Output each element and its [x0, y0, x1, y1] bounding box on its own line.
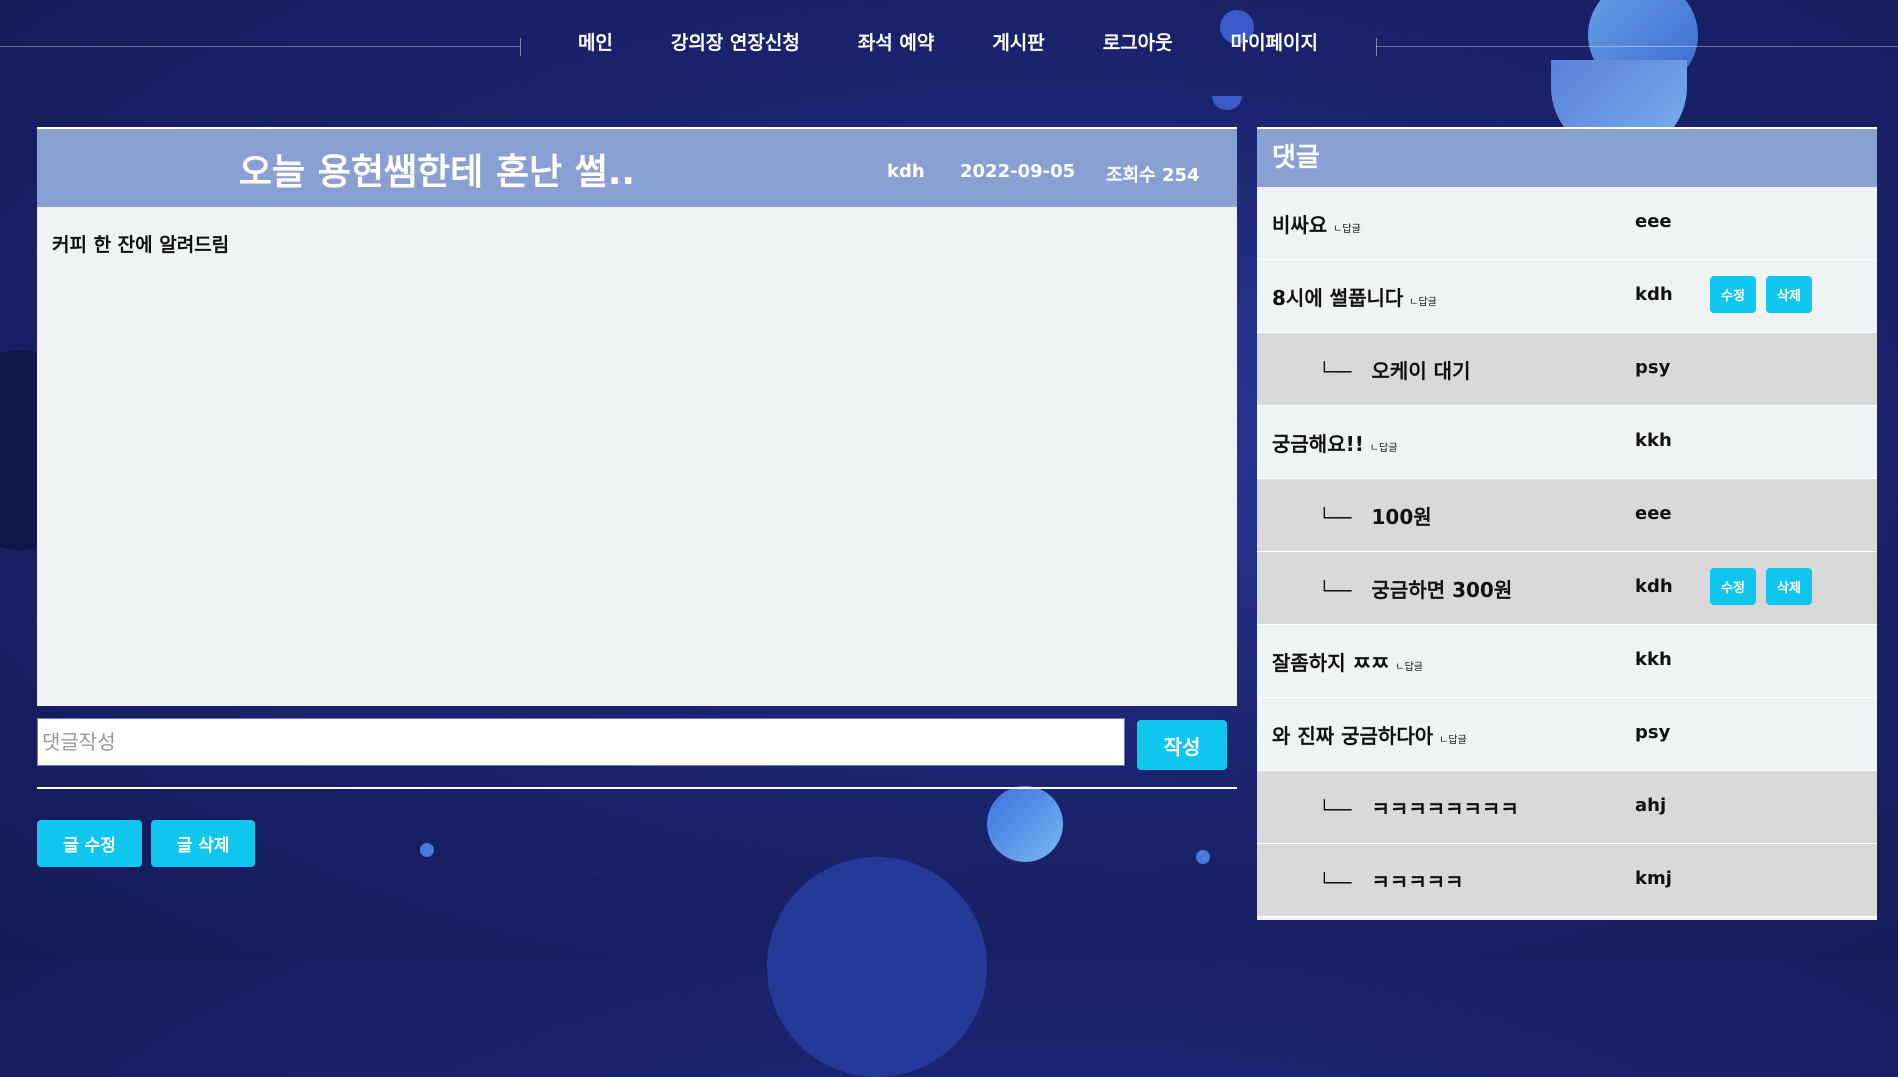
delete-comment-button[interactable]: 삭제 [1766, 568, 1812, 605]
background-dot [1212, 96, 1242, 110]
delete-post-button[interactable]: 글 삭제 [151, 820, 255, 867]
comments-panel: 댓글 비싸요 ㄴ답글 eee 8시에 썰풉니다 ㄴ답글 kdh 수정 삭제 └── 오케이 대기 p… [1257, 127, 1877, 920]
post-views: 조회수 254 [1106, 165, 1200, 186]
reply-link[interactable]: ㄴ답글 [1370, 443, 1398, 454]
comment-text: └── 100원 [1319, 501, 1432, 530]
comment-author: kdh [1635, 284, 1673, 305]
comment-text: 8시에 썰풉니다 ㄴ답글 [1272, 282, 1437, 311]
comment-author: kdh [1635, 576, 1673, 597]
comment-row: 잘좀하지 ㅉㅉ ㄴ답글 kkh [1257, 625, 1877, 698]
nav-lecture-extension[interactable]: 강의장 연장신청 [671, 28, 800, 55]
comment-body: 궁금하면 300원 [1371, 578, 1513, 602]
reply-row: └── 100원 eee [1257, 479, 1877, 552]
comment-text: 비싸요 ㄴ답글 [1272, 209, 1361, 238]
reply-row: └── ㅋㅋㅋㅋㅋㅋㅋㅋ ahj [1257, 771, 1877, 844]
comment-text: └── ㅋㅋㅋㅋㅋ [1319, 866, 1464, 895]
reply-row: └── 궁금하면 300원 kdh 수정 삭제 [1257, 552, 1877, 625]
top-navigation: 메인 강의장 연장신청 좌석 예약 게시판 로그아웃 마이페이지 [520, 28, 1376, 55]
comment-author: psy [1635, 722, 1671, 743]
comment-body: 궁금해요!! [1272, 432, 1364, 456]
post-title: 오늘 용현쌤한테 혼난 썰.. [238, 152, 636, 193]
reply-link[interactable]: ㄴ답글 [1333, 224, 1361, 235]
comment-body: 잘좀하지 ㅉㅉ [1272, 651, 1390, 675]
comment-text: 와 진짜 궁금하다아 ㄴ답글 [1272, 720, 1467, 749]
comment-body: ㅋㅋㅋㅋㅋ [1371, 870, 1464, 894]
comment-row: 비싸요 ㄴ답글 eee [1257, 187, 1877, 260]
comment-author: kmj [1635, 868, 1672, 889]
post-date: 2022-09-05 [960, 161, 1076, 182]
nav-line-right [1376, 46, 1898, 47]
comment-row: 궁금해요!! ㄴ답글 kkh [1257, 406, 1877, 479]
edit-post-button[interactable]: 글 수정 [37, 820, 142, 867]
background-circle [767, 857, 987, 1077]
comment-body: ㅋㅋㅋㅋㅋㅋㅋㅋ [1371, 797, 1519, 821]
nav-divider [1376, 38, 1377, 56]
post-content: 커피 한 잔에 알려드림 [52, 234, 230, 256]
comment-text: 잘좀하지 ㅉㅉ ㄴ답글 [1272, 647, 1423, 676]
delete-comment-button[interactable]: 삭제 [1766, 276, 1812, 313]
comment-body: 비싸요 [1272, 213, 1328, 237]
reply-arrow-icon: └── [1319, 873, 1352, 894]
comment-row: 와 진짜 궁금하다아 ㄴ답글 psy [1257, 698, 1877, 771]
comment-body: 와 진짜 궁금하다아 [1272, 724, 1434, 748]
post-author: kdh [887, 161, 925, 182]
comment-submit-button[interactable]: 작성 [1137, 720, 1227, 770]
post-panel: 오늘 용현쌤한테 혼난 썰.. kdh 2022-09-05 조회수 254 커… [37, 127, 1237, 706]
reply-link[interactable]: ㄴ답글 [1439, 735, 1467, 746]
comment-row: 8시에 썰풉니다 ㄴ답글 kdh 수정 삭제 [1257, 260, 1877, 333]
comment-author: ahj [1635, 795, 1667, 816]
nav-logout[interactable]: 로그아웃 [1103, 28, 1173, 55]
reply-link[interactable]: ㄴ답글 [1409, 297, 1437, 308]
nav-line-left [0, 46, 520, 47]
comment-text: 궁금해요!! ㄴ답글 [1272, 428, 1397, 457]
comment-body: 100원 [1371, 505, 1432, 529]
reply-link[interactable]: ㄴ답글 [1395, 662, 1423, 673]
comment-text: └── ㅋㅋㅋㅋㅋㅋㅋㅋ [1319, 793, 1519, 822]
post-header: 오늘 용현쌤한테 혼난 썰.. kdh 2022-09-05 조회수 254 [37, 127, 1237, 207]
edit-comment-button[interactable]: 수정 [1710, 276, 1756, 313]
comment-text: └── 오케이 대기 [1319, 355, 1470, 384]
nav-main[interactable]: 메인 [578, 28, 613, 55]
reply-row: └── 오케이 대기 psy [1257, 333, 1877, 406]
comment-author: kkh [1635, 649, 1672, 670]
background-dot [420, 843, 434, 857]
nav-board[interactable]: 게시판 [992, 28, 1044, 55]
comment-text: └── 궁금하면 300원 [1319, 574, 1512, 603]
nav-seat-reservation[interactable]: 좌석 예약 [858, 28, 935, 55]
comment-input[interactable] [37, 718, 1125, 766]
reply-arrow-icon: └── [1319, 581, 1352, 602]
background-dot [1196, 850, 1210, 864]
reply-arrow-icon: └── [1319, 362, 1352, 383]
comment-author: kkh [1635, 430, 1672, 451]
reply-arrow-icon: └── [1319, 508, 1352, 529]
nav-mypage[interactable]: 마이페이지 [1231, 28, 1318, 55]
comment-body: 오케이 대기 [1371, 359, 1471, 383]
comment-author: eee [1635, 211, 1672, 232]
background-circle [1588, 0, 1698, 90]
reply-row: └── ㅋㅋㅋㅋㅋ kmj [1257, 844, 1877, 917]
background-circle [987, 786, 1063, 862]
comment-body: 8시에 썰풉니다 [1272, 286, 1404, 310]
comment-list: 비싸요 ㄴ답글 eee 8시에 썰풉니다 ㄴ답글 kdh 수정 삭제 └── 오케이 대기 psy 궁… [1257, 187, 1877, 917]
divider [37, 787, 1237, 789]
edit-comment-button[interactable]: 수정 [1710, 568, 1756, 605]
reply-arrow-icon: └── [1319, 800, 1352, 821]
comments-title: 댓글 [1257, 127, 1877, 187]
comment-author: psy [1635, 357, 1671, 378]
comment-author: eee [1635, 503, 1672, 524]
